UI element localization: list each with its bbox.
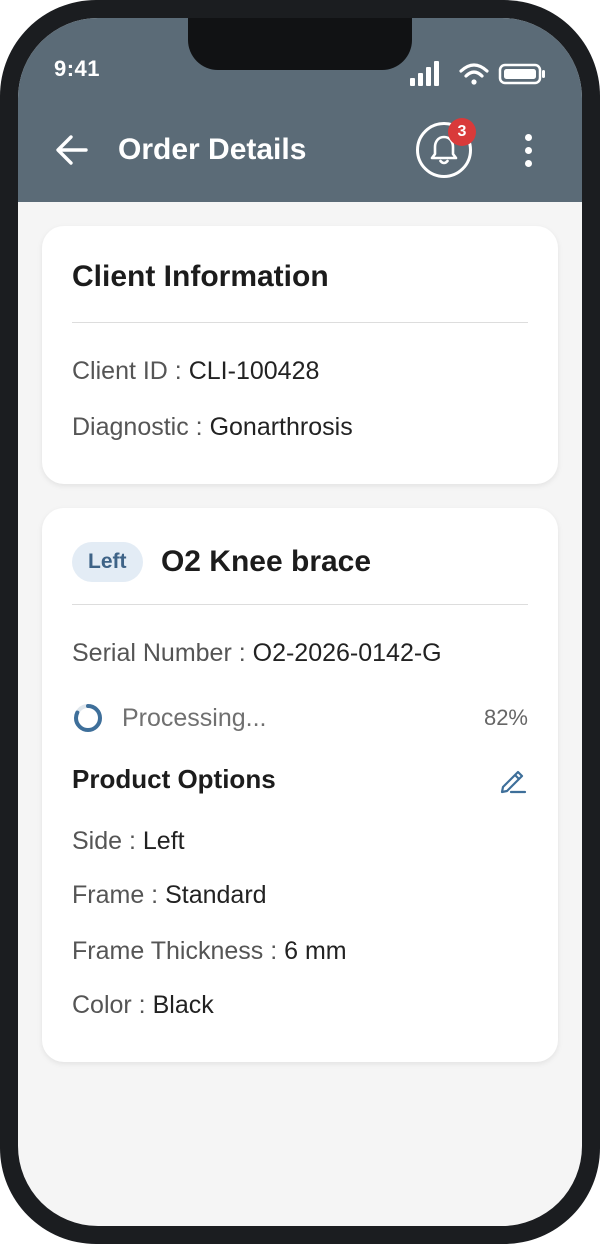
back-button[interactable] [52, 130, 92, 170]
client-information-heading: Client Information [72, 260, 329, 293]
option-value: Left [142, 827, 185, 855]
option-label: Side : [72, 827, 136, 855]
option-row-frame: Frame : Standard [72, 880, 267, 910]
processing-percent: 82% [483, 705, 528, 730]
serial-number-row: Serial Number : O2-2026-0142-G [72, 638, 442, 668]
app-bar: 9:41 Order Details 3 [18, 18, 582, 202]
page-title: Order Details [118, 133, 307, 166]
client-id-row: Client ID : CLI-100428 [72, 356, 319, 386]
product-header: Left O2 Knee brace [72, 542, 371, 582]
status-icons [410, 61, 545, 86]
more-options-button[interactable] [512, 130, 544, 170]
client-information-card: Client Information Client ID : CLI-10042… [42, 226, 558, 484]
more-dot [524, 146, 532, 154]
option-label: Frame : [72, 881, 159, 909]
more-vertical-icon [524, 133, 532, 141]
side-chip: Left [72, 542, 143, 582]
client-id-value: CLI-100428 [188, 357, 320, 385]
edit-options-button[interactable] [498, 765, 528, 795]
diagnostic-value: Gonarthrosis [209, 413, 353, 441]
option-label: Frame Thickness : [72, 937, 278, 965]
processing-status: Processing... 82% [72, 698, 528, 738]
dynamic-island [188, 18, 412, 70]
notifications-button[interactable]: 3 [416, 118, 476, 182]
option-row-color: Color : Black [72, 990, 214, 1020]
card-divider [72, 322, 528, 323]
pencil-icon [500, 770, 527, 793]
more-dot [524, 159, 532, 167]
card-divider [72, 604, 528, 605]
serial-number-value: O2-2026-0142-G [252, 639, 442, 667]
option-label: Color : [72, 991, 146, 1019]
status-time: 9:41 [54, 56, 101, 81]
product-title: O2 Knee brace [160, 545, 372, 578]
phone-frame: 9:41 Order Details 3 Client Information … [0, 0, 600, 1244]
product-options-title: Product Options [72, 764, 276, 794]
product-card: Left O2 Knee brace Serial Number : O2-20… [42, 508, 558, 1062]
option-value: Black [152, 991, 214, 1019]
option-value: 6 mm [284, 937, 347, 965]
signal-icon [410, 61, 439, 86]
battery-icon [498, 63, 545, 85]
progress-ring-icon [74, 704, 102, 732]
notification-badge: 3 [448, 118, 476, 146]
diagnostic-row: Diagnostic : Gonarthrosis [72, 412, 353, 442]
back-arrow-icon [56, 135, 88, 165]
diagnostic-label: Diagnostic : [72, 413, 203, 441]
processing-label: Processing... [122, 703, 267, 732]
product-options-header: Product Options [72, 764, 528, 795]
serial-number-label: Serial Number : [72, 639, 246, 667]
client-id-label: Client ID : [72, 357, 182, 385]
wifi-icon [459, 63, 489, 85]
screen: 9:41 Order Details 3 Client Information … [18, 18, 582, 1226]
option-value: Standard [165, 881, 267, 909]
option-row-side: Side : Left [72, 826, 185, 856]
option-row-frame-thickness: Frame Thickness : 6 mm [72, 936, 347, 966]
